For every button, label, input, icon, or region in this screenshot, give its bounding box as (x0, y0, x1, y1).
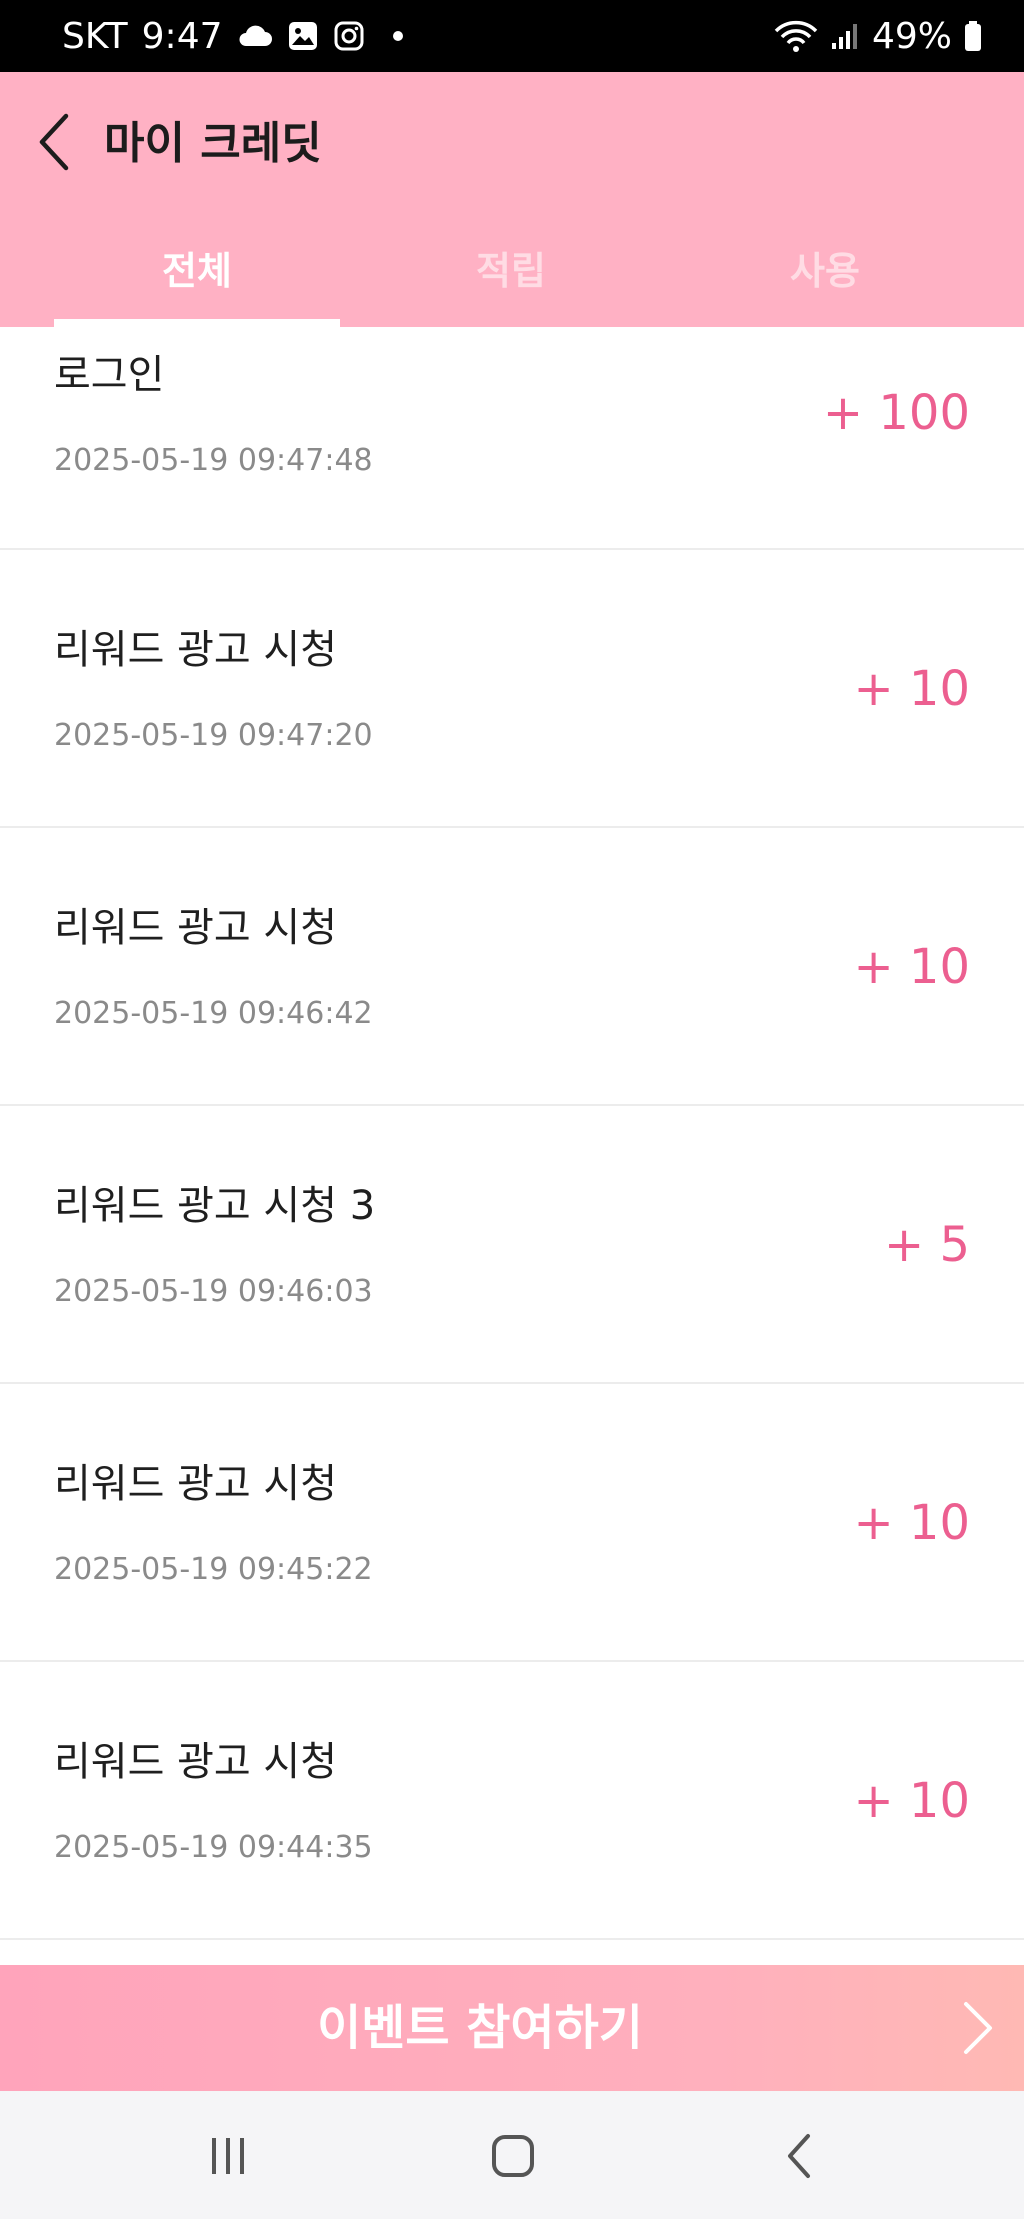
carrier-label: SKT (62, 15, 128, 57)
item-title: 리워드 광고 시청 (54, 627, 338, 673)
home-icon (492, 2135, 534, 2177)
nav-back-button[interactable] (770, 2129, 830, 2183)
battery-percent: 49% (871, 15, 952, 57)
item-date: 2025-05-19 09:47:20 (54, 718, 373, 753)
item-title: 리워드 광고 시청 3 (54, 1183, 376, 1229)
gallery-icon (287, 20, 319, 52)
status-left: SKT 9:47 (62, 16, 403, 57)
active-tab-indicator (54, 319, 340, 327)
recent-apps-icon (212, 2138, 244, 2174)
item-date: 2025-05-19 09:46:42 (54, 996, 373, 1031)
list-item[interactable]: 리워드 광고 시청 2025-05-19 09:45:22 + 10 (0, 1384, 1024, 1662)
tab-all[interactable]: 전체 (54, 232, 340, 327)
instagram-icon (333, 20, 365, 52)
list-item[interactable]: 리워드 광고 시청 2025-05-19 09:46:42 + 10 (0, 828, 1024, 1106)
app-header: 마이 크레딧 전체 적립 사용 (0, 72, 1024, 327)
status-bar: SKT 9:47 49% (0, 0, 1024, 72)
item-title: 리워드 광고 시청 (54, 1461, 338, 1507)
event-button-label: 이벤트 참여하기 (317, 2000, 643, 2056)
signal-icon (830, 21, 860, 51)
item-amount: + 10 (853, 661, 970, 717)
item-amount: + 10 (853, 939, 970, 995)
chevron-left-icon (39, 113, 69, 171)
list-item[interactable]: 리워드 광고 시청 2025-05-19 09:44:35 + 10 (0, 1662, 1024, 1940)
clock: 9:47 (141, 15, 223, 57)
recent-apps-button[interactable] (198, 2129, 258, 2183)
notification-dot-icon (392, 31, 403, 41)
item-amount: + 10 (853, 1495, 970, 1551)
item-title: 리워드 광고 시청 (54, 1739, 338, 1785)
battery-icon (964, 20, 982, 52)
item-title: 로그인 (54, 352, 165, 398)
item-date: 2025-05-19 09:45:22 (54, 1552, 373, 1587)
list-item[interactable]: 리워드 광고 시청 3 2025-05-19 09:46:03 + 5 (0, 1106, 1024, 1384)
home-button[interactable] (483, 2129, 543, 2183)
event-participate-button[interactable]: 이벤트 참여하기 (0, 1965, 1024, 2091)
item-date: 2025-05-19 09:46:03 (54, 1274, 373, 1309)
item-amount: + 5 (883, 1217, 970, 1273)
tab-bar: 전체 적립 사용 (0, 232, 1024, 327)
cloud-icon (237, 24, 273, 48)
status-right: 49% (774, 16, 982, 57)
tab-use[interactable]: 사용 (682, 232, 968, 327)
list-item[interactable]: 리워드 광고 시청 2025-05-19 09:47:20 + 10 (0, 550, 1024, 828)
wifi-icon (774, 19, 818, 53)
list-item[interactable]: 로그인 2025-05-19 09:47:48 + 100 (0, 327, 1024, 550)
item-title: 리워드 광고 시청 (54, 905, 338, 951)
item-amount: + 100 (822, 385, 970, 441)
item-date: 2025-05-19 09:44:35 (54, 1830, 373, 1865)
back-icon (788, 2134, 810, 2178)
tab-earn[interactable]: 적립 (368, 232, 654, 327)
back-button[interactable] (36, 112, 76, 172)
chevron-right-icon (958, 2000, 998, 2056)
page-title: 마이 크레딧 (104, 118, 322, 169)
system-nav-bar (0, 2091, 1024, 2219)
item-date: 2025-05-19 09:47:48 (54, 443, 373, 478)
item-amount: + 10 (853, 1773, 970, 1829)
